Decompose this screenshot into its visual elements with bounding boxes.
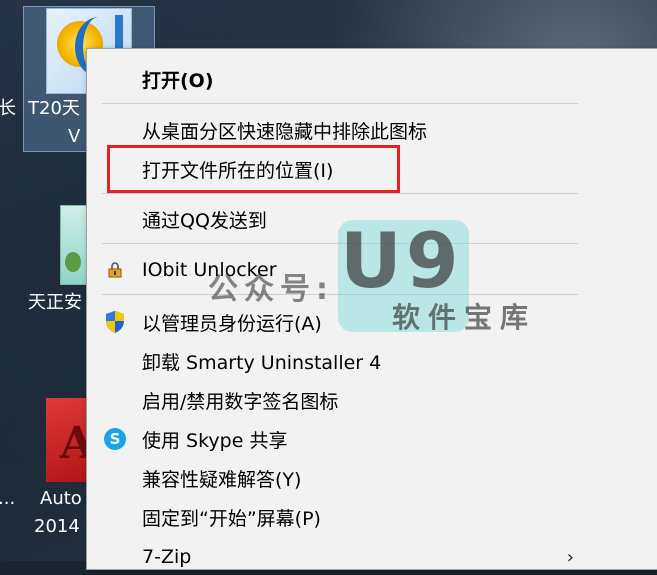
watermark-prefix: 公众号: [208, 272, 334, 307]
left-fragment-mid: ... [0, 488, 16, 509]
menu-item-label: 卸载 Smarty Uninstaller 4 [142, 351, 382, 374]
menu-item-compat-troubleshoot[interactable]: 兼容性疑难解答(Y) [87, 460, 657, 496]
shield-icon [103, 310, 127, 334]
menu-item-label: 通过QQ发送到 [142, 209, 267, 232]
menu-item-label: 以管理员身份运行(A) [142, 312, 322, 335]
menu-item-label: 固定到“开始”屏幕(P) [142, 507, 321, 530]
lock-icon [103, 258, 127, 282]
watermark-brand: U9 [340, 216, 463, 305]
watermark-tagline: 软件宝库 [392, 301, 537, 334]
t20-icon-label-line2: V [68, 126, 81, 147]
menu-item-label: 从桌面分区快速隐藏中排除此图标 [142, 120, 428, 143]
autocad-icon-label-line1: Auto [40, 488, 82, 509]
menu-item-label: 兼容性疑难解答(Y) [142, 468, 302, 491]
tangent-icon-label: 天正安 [28, 292, 82, 313]
menu-item-label: 打开(O) [142, 69, 214, 92]
t20-icon-label-line1: T20天 [28, 98, 80, 119]
menu-item-label: 使用 Skype 共享 [142, 429, 288, 452]
menu-item-pin-to-start[interactable]: 固定到“开始”屏幕(P) [87, 499, 657, 535]
menu-item-label: 7-Zip [142, 546, 192, 568]
menu-item-toggle-signature-icon[interactable]: 启用/禁用数字签名图标 [87, 382, 657, 418]
left-fragment-top: 长 [0, 98, 16, 119]
chevron-right-icon: › [566, 546, 574, 568]
menu-separator [102, 103, 578, 104]
autocad-icon-label-line2: 2014 [34, 516, 80, 537]
menu-item-open[interactable]: 打开(O) [87, 61, 657, 97]
menu-item-7zip[interactable]: 7-Zip › [87, 539, 657, 575]
menu-separator [102, 193, 578, 194]
red-highlight-annotation [107, 145, 400, 193]
menu-item-share-skype[interactable]: S 使用 Skype 共享 [87, 421, 657, 457]
tangent-doc-icon[interactable] [60, 205, 88, 285]
menu-item-exclude-fence[interactable]: 从桌面分区快速隐藏中排除此图标 [87, 112, 657, 148]
autocad-icon[interactable]: A [46, 398, 94, 482]
menu-item-uninstall-smarty[interactable]: 卸载 Smarty Uninstaller 4 [87, 343, 657, 379]
doc-leaf-graphic [65, 252, 81, 272]
menu-item-label: 启用/禁用数字签名图标 [142, 390, 339, 413]
svg-text:S: S [110, 430, 121, 448]
skype-icon: S [103, 427, 127, 451]
